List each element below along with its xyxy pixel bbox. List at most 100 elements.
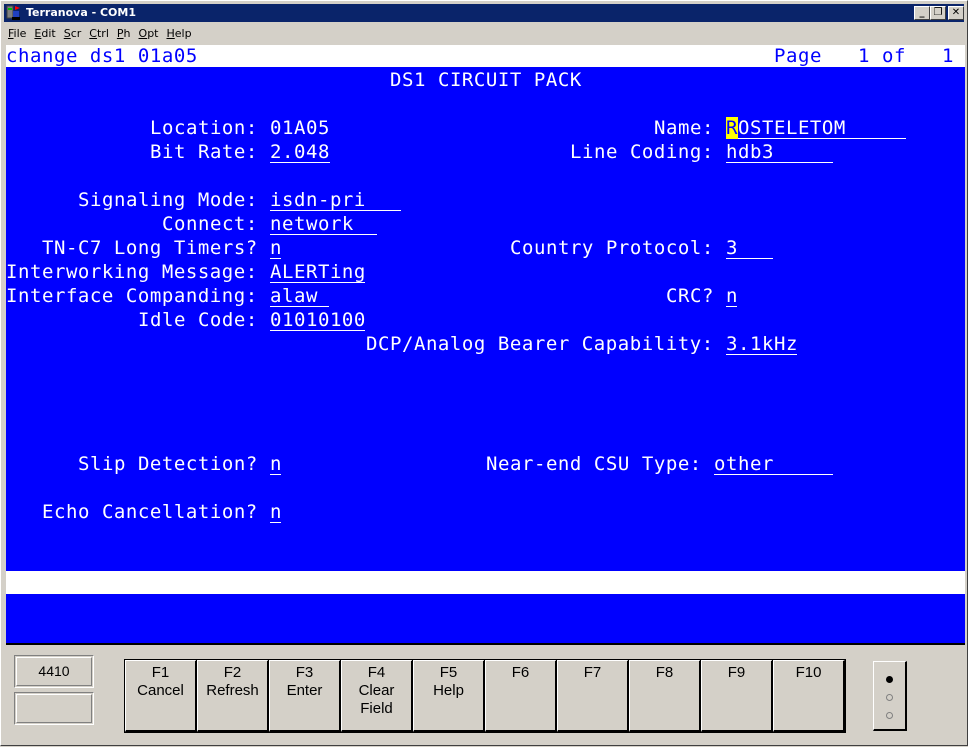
fkey-line2 [270, 700, 339, 718]
fkey-line1: Clear [358, 682, 395, 699]
indicator-dot [886, 694, 893, 701]
text-cursor: R [726, 117, 738, 139]
menu-help[interactable]: Help [162, 23, 195, 40]
tn-c7-long-timers-field[interactable]: n [270, 237, 281, 259]
window-title: Terranova - COM1 [26, 6, 137, 19]
fkey-f3-button[interactable]: F3 Enter [268, 659, 342, 733]
idle-code-label: Idle Code: [138, 309, 258, 331]
interworking-message-label: Interworking Message: [6, 261, 258, 283]
status-secondary-box [14, 692, 94, 725]
near-end-csu-field[interactable]: other [714, 453, 833, 475]
line-coding-field[interactable]: hdb3 [726, 141, 833, 163]
location-label: Location: [150, 117, 258, 139]
fkey-line2 [414, 700, 483, 718]
menu-ctrl[interactable]: Ctrl [85, 23, 113, 40]
fkey-line2 [198, 700, 267, 718]
location-value: 01A05 [270, 117, 330, 139]
command-text: change ds1 01a05 [6, 45, 198, 67]
near-end-csu-label: Near-end CSU Type: [486, 453, 702, 475]
menu-bar: File Edit Scr Ctrl Ph Opt Help [4, 23, 964, 43]
bit-rate-field[interactable]: 2.048 [270, 141, 330, 163]
page-of: of [882, 45, 906, 67]
interworking-message-field[interactable]: ALERTing [270, 261, 365, 283]
fkey-line2 [558, 700, 627, 718]
fkey-key: F7 [583, 664, 602, 681]
fkey-f2-button[interactable]: F2 Refresh [196, 659, 270, 733]
page-indicator[interactable] [873, 661, 907, 731]
page-total: 1 [942, 45, 954, 67]
country-protocol-label: Country Protocol: [510, 237, 714, 259]
restore-button[interactable]: ❐ [930, 6, 946, 20]
fkey-key: F6 [511, 664, 530, 681]
close-icon: ✕ [951, 7, 961, 18]
signaling-mode-field[interactable]: isdn-pri [270, 189, 401, 211]
menu-ph[interactable]: Ph [113, 23, 135, 40]
menu-edit[interactable]: Edit [30, 23, 59, 40]
fkey-key: F2 [223, 664, 242, 681]
terranova-window: Terranova - COM1 _ ❐ ✕ File Edit Scr Ctrl Ph… [0, 0, 968, 746]
fkey-line1: Help [433, 682, 464, 699]
crc-field[interactable]: n [726, 285, 737, 307]
interface-companding-label: Interface Companding: [6, 285, 258, 307]
restore-icon: ❐ [933, 7, 943, 18]
name-value: OSTELETOM [738, 117, 846, 139]
terminal-command-line: change ds1 01a05 Page 1 of 1 [6, 45, 965, 67]
fkey-line2 [774, 700, 843, 718]
interface-companding-field[interactable]: alaw [270, 285, 329, 307]
fkey-line1 [558, 682, 627, 700]
fkey-line1: Enter [286, 682, 323, 699]
bit-rate-label: Bit Rate: [150, 141, 258, 163]
dcp-bearer-field[interactable]: 3.1kHz [726, 333, 797, 355]
menu-scr[interactable]: Scr [60, 23, 86, 40]
menu-opt[interactable]: Opt [135, 23, 163, 40]
fkey-f8-button[interactable]: F8 [628, 659, 702, 733]
terminal-screen[interactable]: change ds1 01a05 Page 1 of 1 DS1 CIRCUIT… [6, 45, 965, 645]
fkey-key: F1 [151, 664, 170, 681]
signaling-mode-label: Signaling Mode: [78, 189, 258, 211]
fkey-f5-button[interactable]: F5 Help [412, 659, 486, 733]
terminal-type: 4410 [38, 663, 70, 679]
terranova-app-icon[interactable] [6, 5, 22, 21]
fkey-key: F4 [367, 664, 386, 681]
page-current: 1 [858, 45, 870, 67]
message-line [6, 571, 965, 594]
fkey-f10-button[interactable]: F10 [772, 659, 846, 733]
fkey-line2 [702, 700, 771, 718]
fkey-line2 [486, 700, 555, 718]
fkey-f1-button[interactable]: F1 Cancel [124, 659, 198, 733]
fkey-line1 [702, 682, 771, 700]
fkey-f6-button[interactable]: F6 [484, 659, 558, 733]
fkey-f4-button[interactable]: F4 Clear Field [340, 659, 414, 733]
idle-code-field[interactable]: 01010100 [270, 309, 365, 331]
dcp-bearer-label: DCP/Analog Bearer Capability: [366, 333, 714, 355]
indicator-dot [886, 712, 893, 719]
fkey-key: F5 [439, 664, 458, 681]
echo-cancellation-field[interactable]: n [270, 501, 281, 523]
terminal-bottom-border [6, 643, 965, 645]
fkey-key: F10 [795, 664, 822, 681]
fkey-line1 [774, 682, 843, 700]
fkey-line2 [126, 700, 195, 718]
name-field[interactable]: ROSTELETOM [726, 117, 906, 139]
name-label: Name: [654, 117, 714, 139]
title-bar: Terranova - COM1 _ ❐ ✕ [4, 4, 964, 22]
connect-field[interactable]: network [270, 213, 377, 235]
fkey-f7-button[interactable]: F7 [556, 659, 630, 733]
fkey-key: F3 [295, 664, 314, 681]
minimize-icon: _ [919, 7, 925, 18]
fkey-line2: Field [360, 700, 393, 717]
close-button[interactable]: ✕ [948, 6, 964, 20]
country-protocol-field[interactable]: 3 [726, 237, 773, 259]
fkey-line1: Cancel [137, 682, 184, 699]
menu-file[interactable]: File [4, 23, 30, 40]
minimize-button[interactable]: _ [914, 6, 930, 20]
crc-label: CRC? [666, 285, 714, 307]
indicator-dot-active [886, 676, 893, 683]
slip-detection-field[interactable]: n [270, 453, 281, 475]
fkey-line2 [630, 700, 699, 718]
fkey-key: F9 [727, 664, 746, 681]
function-key-panel: 4410 F1 Cancel F2 Refresh F3 Enter F4 Clear Fiel… [1, 647, 968, 747]
fkey-f9-button[interactable]: F9 [700, 659, 774, 733]
echo-cancellation-label: Echo Cancellation? [42, 501, 258, 523]
fkey-line1 [486, 682, 555, 700]
